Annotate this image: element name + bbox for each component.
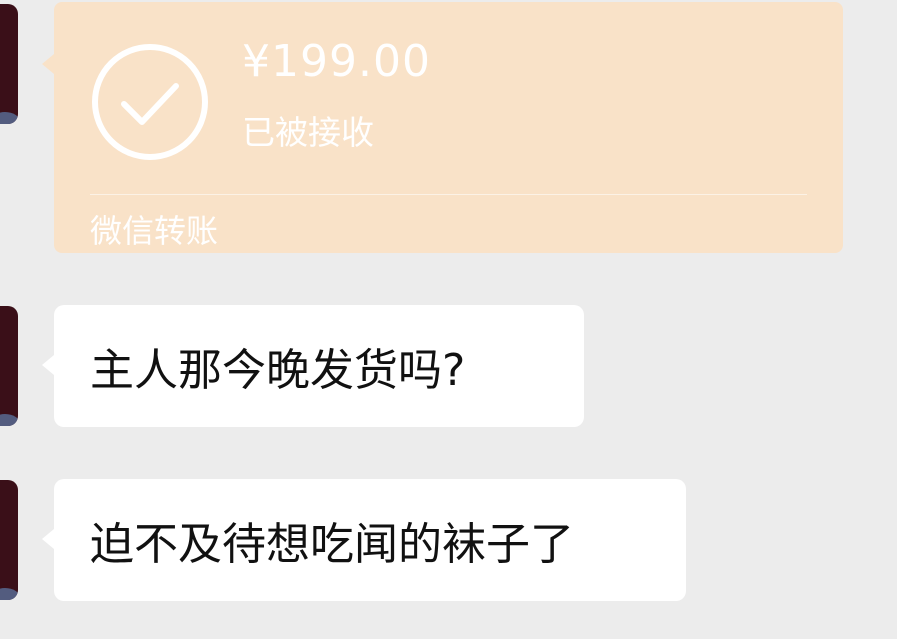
bubble-tail xyxy=(42,355,54,375)
message-text: 主人那今晚发货吗? xyxy=(90,345,466,396)
check-circle-icon xyxy=(92,44,208,160)
divider xyxy=(90,194,807,195)
message-text: 迫不及待想吃闻的袜子了 xyxy=(90,519,574,570)
avatar[interactable] xyxy=(0,4,18,124)
transfer-message-card[interactable]: ¥199.00 已被接收 微信转账 xyxy=(42,2,843,253)
transfer-status: 已被接收 xyxy=(242,113,374,152)
bubble-tail xyxy=(42,54,54,74)
transfer-amount: ¥199.00 xyxy=(242,36,431,87)
chat-bubble[interactable]: 迫不及待想吃闻的袜子了 xyxy=(42,479,686,601)
avatar[interactable] xyxy=(0,306,18,426)
bubble-tail xyxy=(42,529,54,549)
transfer-footer-label: 微信转账 xyxy=(90,212,219,250)
avatar[interactable] xyxy=(0,480,18,600)
chat-bubble[interactable]: 主人那今晚发货吗? xyxy=(42,305,584,427)
